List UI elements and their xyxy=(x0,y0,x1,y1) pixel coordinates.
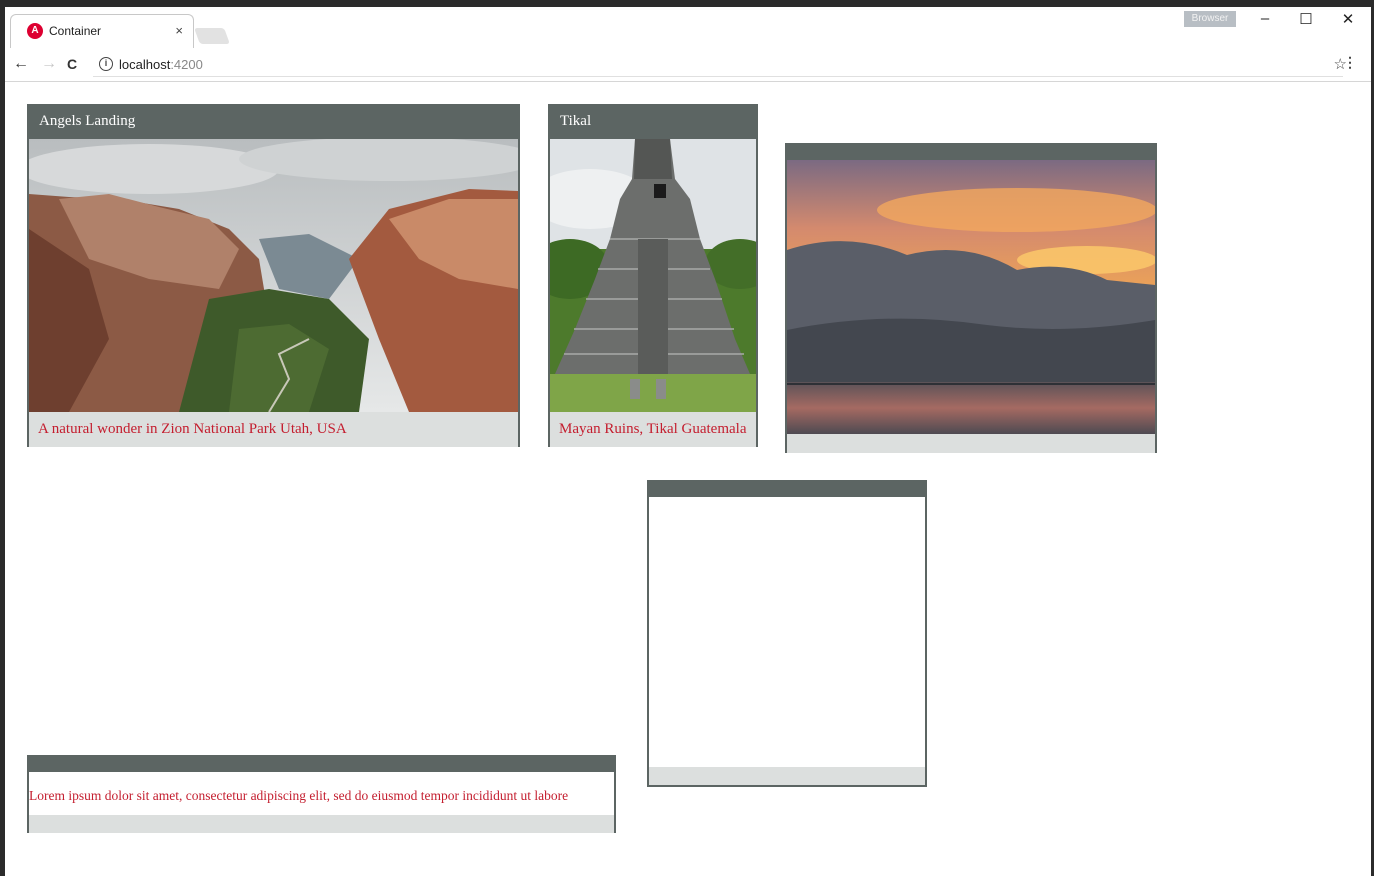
browser-toolbar: ← → C i localhost:4200 ☆ ⋮ xyxy=(5,48,1371,82)
reload-icon[interactable]: C xyxy=(67,56,77,72)
card-body-lorem: Lorem ipsum dolor sit amet, consectetur … xyxy=(29,772,614,815)
card-caption xyxy=(649,767,925,785)
url-text[interactable]: localhost:4200 xyxy=(119,57,203,72)
minimize-icon[interactable]: – xyxy=(1255,10,1275,27)
card-empty xyxy=(647,480,927,787)
back-arrow-icon[interactable]: ← xyxy=(13,55,29,73)
canyon-photo xyxy=(29,139,518,412)
info-icon[interactable]: i xyxy=(99,57,113,71)
sunset-photo xyxy=(787,160,1155,434)
card-caption: Mayan Ruins, Tikal Guatemala xyxy=(550,412,756,447)
card-title xyxy=(649,480,925,497)
tab-title: Container xyxy=(49,24,102,38)
forward-arrow-icon[interactable]: → xyxy=(41,55,57,73)
close-tab-icon[interactable]: × xyxy=(175,23,183,38)
card-caption: A natural wonder in Zion National Park U… xyxy=(29,412,518,447)
new-tab-button[interactable] xyxy=(194,28,230,44)
angular-icon: A xyxy=(27,23,43,39)
browser-tab[interactable]: A Container × xyxy=(10,14,194,48)
address-bar[interactable]: i localhost:4200 ☆ xyxy=(93,53,1347,77)
pyramid-photo xyxy=(550,139,756,412)
card-angels-landing: Angels Landing A natural wonder in Zion … xyxy=(27,104,520,447)
profile-badge[interactable]: Browser xyxy=(1184,11,1236,27)
card-caption xyxy=(787,434,1155,453)
card-title: Tikal xyxy=(550,104,756,139)
card-lorem: Lorem ipsum dolor sit amet, consectetur … xyxy=(27,755,616,833)
card-tikal: Tikal Mayan Ruins, Tikal Guatemala xyxy=(548,104,758,447)
card-sunset xyxy=(785,143,1157,453)
card-caption: Lorem ipsum dolor sit amet, consectetur … xyxy=(29,788,569,803)
menu-icon[interactable]: ⋮ xyxy=(1343,54,1357,71)
card-body-empty xyxy=(649,497,925,767)
maximize-icon[interactable]: ☐ xyxy=(1296,10,1316,28)
close-window-icon[interactable]: ✕ xyxy=(1338,10,1358,28)
card-title xyxy=(787,143,1155,160)
card-footer xyxy=(29,815,614,833)
card-title: Angels Landing xyxy=(29,104,518,139)
card-title xyxy=(29,755,614,772)
